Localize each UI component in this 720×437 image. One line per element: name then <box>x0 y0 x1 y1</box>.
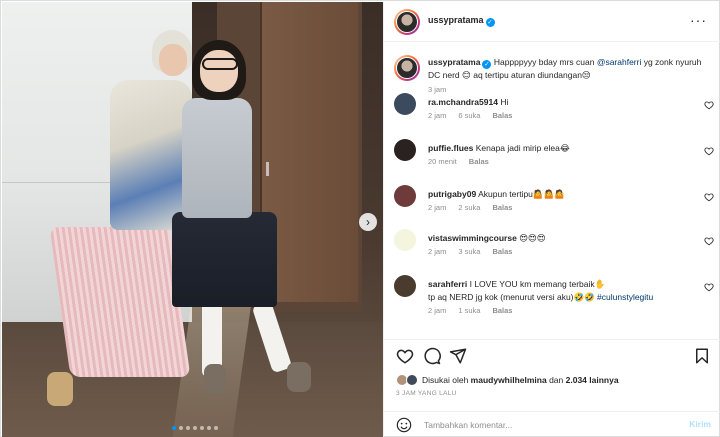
comment-hashtag[interactable]: #culunstylegitu <box>597 292 653 302</box>
reply-button[interactable]: Balas <box>492 203 512 212</box>
carousel-dot <box>214 426 218 430</box>
post-photo[interactable]: › <box>2 2 383 437</box>
bookmark-icon[interactable] <box>693 347 711 365</box>
comment-meta: 2 jam 3 suka Balas <box>428 247 512 256</box>
post-side-panel: ussypratama ✓ ··· ussypratama ✓ Happppyyy … <box>383 2 720 437</box>
reply-button[interactable]: Balas <box>492 247 512 256</box>
post-timestamp: 3 JAM YANG LALU <box>396 390 457 397</box>
carousel-dot <box>193 426 197 430</box>
left-person-face <box>159 44 187 76</box>
emoji-smile-icon[interactable] <box>396 417 412 433</box>
comment-likes[interactable]: 3 suka <box>458 247 480 256</box>
comment-text: I LOVE YOU km memang terbaik✋ <box>469 279 606 289</box>
chevron-right-icon: › <box>366 214 370 229</box>
comment-text: Hi <box>500 97 509 107</box>
carousel-dot <box>179 426 183 430</box>
comment-time: 2 jam <box>428 203 447 212</box>
verified-badge-icon: ✓ <box>485 18 495 27</box>
reply-button[interactable]: Balas <box>492 306 512 315</box>
reply-button[interactable]: Balas <box>492 111 512 120</box>
right-person-shoe <box>287 362 311 392</box>
comment-like-icon[interactable] <box>704 146 714 156</box>
left-person-shoe <box>47 372 73 406</box>
liker-avatar[interactable] <box>406 374 418 386</box>
caption-time: 3 jam <box>428 85 447 94</box>
comment-icon[interactable] <box>423 347 441 365</box>
comment-meta: 2 jam 1 suka Balas <box>428 306 512 315</box>
commenter-avatar[interactable] <box>394 229 416 251</box>
comment-like-icon[interactable] <box>704 100 714 110</box>
carousel-dot <box>200 426 204 430</box>
commenter-username[interactable]: puffie.flues <box>428 143 473 153</box>
carousel-indicator <box>172 426 218 430</box>
caption-text: Happppyyy bday mrs cuan <box>493 57 597 67</box>
author-avatar[interactable] <box>394 9 420 35</box>
liker-username[interactable]: maudywhilhelmina <box>471 375 547 385</box>
heart-icon[interactable] <box>396 347 414 365</box>
photo-door-handle <box>266 162 269 176</box>
commenter-username[interactable]: vistaswimmingcourse <box>428 233 517 243</box>
comment-text: Akupun tertipu🤷🤷🤷 <box>478 189 565 199</box>
right-person-cardigan <box>182 98 252 218</box>
post-header: ussypratama ✓ ··· <box>384 2 720 42</box>
more-options-icon[interactable]: ··· <box>690 12 707 28</box>
comment-meta: 2 jam 2 suka Balas <box>428 203 512 212</box>
comment-time: 2 jam <box>428 306 447 315</box>
comment-likes[interactable]: 2 suka <box>458 203 480 212</box>
commenter-username[interactable]: putrigaby09 <box>428 189 476 199</box>
right-person-skirt <box>172 212 277 307</box>
comment-time: 20 menit <box>428 157 457 166</box>
left-person-sweater <box>110 80 192 230</box>
add-comment-bar: Kirim <box>384 411 720 437</box>
comment-like-icon[interactable] <box>704 282 714 292</box>
commenter-avatar[interactable] <box>394 139 416 161</box>
verified-badge-icon: ✓ <box>482 60 492 69</box>
carousel-next-button[interactable]: › <box>359 213 377 231</box>
likes-count[interactable]: 2.034 lainnya <box>566 375 619 385</box>
caption-avatar[interactable] <box>394 55 420 81</box>
comment-text: Kenapa jadi mirip elea😂 <box>475 143 570 153</box>
comment-text: tp aq NERD jg kok (menurut versi aku)🤣🤣 <box>428 292 598 302</box>
commenter-avatar[interactable] <box>394 275 416 297</box>
comment-meta: 2 jam 6 suka Balas <box>428 111 512 120</box>
carousel-dot <box>172 426 176 430</box>
likes-summary: Disukai oleh maudywhilhelmina dan 2.034 … <box>396 374 619 386</box>
right-person-glasses <box>202 58 238 70</box>
comment-likes[interactable]: 6 suka <box>458 111 480 120</box>
comment-input[interactable] <box>424 417 664 433</box>
comment-text: 😍😍😍 <box>519 233 546 243</box>
post-comment-button[interactable]: Kirim <box>689 419 711 429</box>
right-person-face <box>200 50 238 92</box>
caption-username[interactable]: ussypratama <box>428 57 480 67</box>
commenter-username[interactable]: sarahferri <box>428 279 467 289</box>
comment-time: 2 jam <box>428 111 447 120</box>
caption-mention[interactable]: @sarahferri <box>597 57 642 67</box>
share-icon[interactable] <box>449 347 467 365</box>
author-username[interactable]: ussypratama ✓ <box>428 15 495 27</box>
commenter-avatar[interactable] <box>394 185 416 207</box>
commenter-avatar[interactable] <box>394 93 416 115</box>
left-person-pants <box>49 227 191 377</box>
comments-list[interactable]: ussypratama ✓ Happppyyy bday mrs cuan @sa… <box>384 43 720 339</box>
post-actions: Disukai oleh maudywhilhelmina dan 2.034 … <box>384 339 720 411</box>
commenter-username[interactable]: ra.mchandra5914 <box>428 97 498 107</box>
comment-like-icon[interactable] <box>704 192 714 202</box>
comment-time: 2 jam <box>428 247 447 256</box>
comment-like-icon[interactable] <box>704 236 714 246</box>
instagram-post-frame: › ussypratama ✓ ··· ussypratama ✓ Happppyy… <box>0 0 720 437</box>
carousel-dot <box>207 426 211 430</box>
comment-meta: 20 menit Balas <box>428 157 489 166</box>
reply-button[interactable]: Balas <box>469 157 489 166</box>
comment-likes[interactable]: 1 suka <box>458 306 480 315</box>
carousel-dot <box>186 426 190 430</box>
right-person-shoe <box>204 364 226 394</box>
